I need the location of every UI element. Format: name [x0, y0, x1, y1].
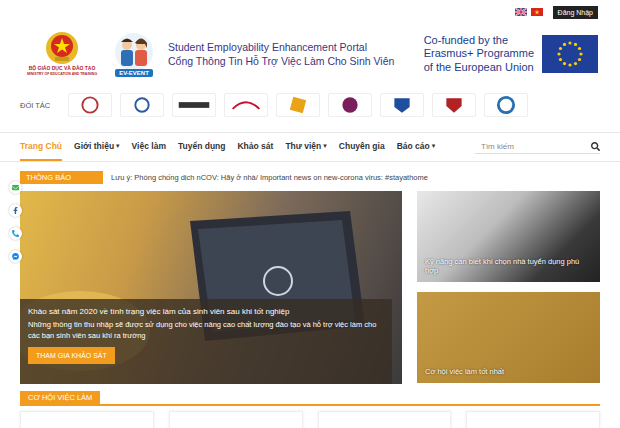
erasmus-text: Co-funded by theErasmus+ Programmeof the… [424, 34, 534, 74]
main: Khảo sát năm 2020 về tình trạng việc làm… [0, 191, 620, 384]
nav-item[interactable]: Việc làm [132, 133, 166, 161]
hero-title: Khảo sát năm 2020 về tình trạng việc làm… [28, 307, 384, 316]
hero-slide[interactable]: Khảo sát năm 2020 về tình trạng việc làm… [20, 191, 402, 384]
ministry-name: BỘ GIÁO DỤC VÀ ĐÀO TẠO [29, 66, 96, 72]
erasmus-block: Co-funded by theErasmus+ Programmeof the… [424, 34, 598, 74]
hero-text: Những thông tin thu nhập sẽ được sử dụng… [28, 320, 384, 341]
notice-text[interactable]: Lưu ý: Phòng chống dịch nCOV: Hãy ở nhà/… [111, 173, 428, 182]
social-bar [9, 181, 22, 263]
job-card[interactable] [318, 411, 452, 428]
side-card[interactable]: Kỹ năng cần biết khi chọn nhà tuyển dụng… [417, 191, 600, 282]
partner-label: ĐỐI TÁC [20, 101, 64, 110]
jobs-section: CƠ HỘI VIỆC LÀM [0, 391, 620, 428]
side-card-caption: Cơ hội việc làm tốt nhất [425, 367, 592, 376]
partner-logo-icon [381, 93, 423, 117]
partner-logo[interactable] [328, 93, 372, 117]
partner-logo[interactable] [432, 93, 476, 117]
nav-bar: Trang Chủ Giới thiệu▾ Việc làm Tuyển dụng Kh… [0, 132, 620, 162]
messenger-icon [12, 253, 19, 260]
erasmus-line: Co-funded by the [424, 34, 534, 47]
partner-logo-icon [121, 93, 163, 117]
partner-logo[interactable] [380, 93, 424, 117]
nav-item[interactable]: Tuyển dụng [178, 133, 226, 161]
partner-logo-icon [225, 93, 267, 117]
search-box [475, 140, 600, 154]
side-column: Kỹ năng cần biết khi chọn nhà tuyển dụng… [417, 191, 600, 384]
partner-logo-icon [433, 93, 475, 117]
social-button[interactable] [9, 250, 22, 263]
erasmus-line: of the European Union [424, 61, 534, 74]
job-card[interactable] [20, 411, 154, 428]
partner-logo[interactable] [276, 93, 320, 117]
facebook-icon [12, 207, 19, 214]
caret: ▾ [432, 142, 436, 150]
partner-row: ĐỐI TÁC [0, 88, 620, 122]
side-card[interactable]: Cơ hội việc làm tốt nhất [417, 292, 600, 383]
search-icon[interactable] [591, 142, 600, 151]
uk-flag-icon[interactable] [515, 8, 527, 16]
partner-logo-icon [277, 93, 319, 117]
section-head: CƠ HỘI VIỆC LÀM [20, 391, 600, 406]
partner-logo[interactable] [120, 93, 164, 117]
nav-item[interactable]: Khảo sát [237, 133, 273, 161]
nav-item[interactable]: Báo cáo▾ [397, 133, 436, 161]
project-logo[interactable]: EV-EVENT [108, 32, 160, 77]
ministry-name-en: MINISTRY OF EDUCATION AND TRAINING [27, 73, 97, 77]
section-title: CƠ HỘI VIỆC LÀM [20, 391, 100, 404]
page: Đăng Nhập BỘ GIÁO DỤC VÀ ĐÀO TẠOMINISTRY … [0, 0, 620, 428]
job-card[interactable] [466, 411, 600, 428]
job-card[interactable] [169, 411, 303, 428]
erasmus-line: Erasmus+ Programme [424, 47, 534, 60]
partner-logo-icon [69, 93, 111, 117]
nav-list: Trang Chủ Giới thiệu▾ Việc làm Tuyển dụng Kh… [20, 133, 475, 161]
job-grid [20, 411, 600, 428]
caret: ▾ [116, 142, 120, 150]
top-bar: Đăng Nhập [0, 0, 620, 20]
nav-item[interactable]: Giới thiệu▾ [74, 133, 120, 161]
caret: ▾ [323, 142, 327, 150]
title-vi: Cổng Thông Tin Hỗ Trợ Việc Làm Cho Sinh … [168, 55, 424, 67]
vn-flag-icon[interactable] [531, 8, 543, 16]
national-emblem-icon [45, 31, 79, 65]
phone-icon [12, 230, 19, 237]
ministry-logo[interactable]: BỘ GIÁO DỤC VÀ ĐÀO TẠOMINISTRY OF EDUCAT… [30, 31, 94, 76]
nav-item[interactable]: Chuyên gia [339, 133, 385, 161]
students-icon [111, 32, 157, 72]
mail-icon [12, 184, 19, 191]
partner-logo[interactable] [172, 93, 216, 117]
social-button[interactable] [9, 227, 22, 240]
nav-item[interactable]: Thư viện▾ [285, 133, 326, 161]
notice-bar: THÔNG BÁO Lưu ý: Phòng chống dịch nCOV: H… [0, 169, 620, 185]
title-en: Student Employability Enhancement Portal [168, 41, 424, 53]
partner-logo-icon [329, 93, 371, 117]
social-button[interactable] [9, 204, 22, 217]
partner-logo-icon [485, 93, 527, 117]
eu-flag-icon [542, 35, 598, 73]
social-button[interactable] [9, 181, 22, 194]
partner-logo[interactable] [484, 93, 528, 117]
notice-label: THÔNG BÁO [20, 171, 103, 184]
nav-item[interactable]: Trang Chủ [20, 133, 62, 161]
partner-logo[interactable] [68, 93, 112, 117]
side-card-caption: Kỹ năng cần biết khi chọn nhà tuyển dụng… [425, 257, 592, 275]
login-button[interactable]: Đăng Nhập [553, 6, 598, 19]
search-input[interactable] [475, 142, 591, 151]
portal-title: Student Employability Enhancement Portal… [168, 41, 424, 67]
survey-button[interactable]: THAM GIA KHẢO SÁT [28, 347, 115, 364]
partner-logo-icon [173, 93, 215, 117]
project-logo-text: EV-EVENT [115, 69, 153, 77]
partner-logo[interactable] [224, 93, 268, 117]
header: BỘ GIÁO DỤC VÀ ĐÀO TẠOMINISTRY OF EDUCAT… [0, 20, 620, 88]
hero-caption: Khảo sát năm 2020 về tình trạng việc làm… [20, 299, 392, 384]
